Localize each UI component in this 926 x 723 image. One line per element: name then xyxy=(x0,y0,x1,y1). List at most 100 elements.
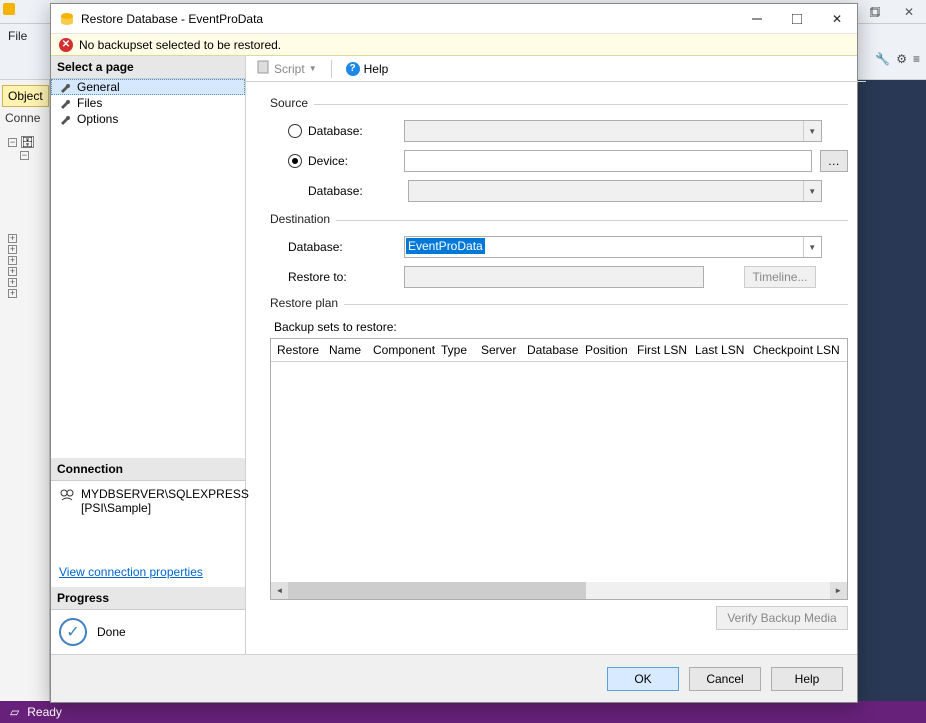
chevron-down-icon: ▼ xyxy=(309,64,317,73)
bg-right-toolbar: 🔧 ⚙ ≡ xyxy=(875,52,920,66)
col-component[interactable]: Component xyxy=(367,339,435,361)
settings-icon[interactable]: ⚙ xyxy=(896,52,907,66)
status-text: Ready xyxy=(27,705,62,719)
dialog-title: Restore Database - EventProData xyxy=(81,12,737,26)
dialog-titlebar: Restore Database - EventProData ✕ xyxy=(51,4,857,34)
source-device-label: Device: xyxy=(308,154,404,168)
server-icon xyxy=(59,487,75,506)
right-toolbar: Script ▼ ? Help xyxy=(246,56,866,82)
source-group: Source xyxy=(270,96,848,110)
col-position[interactable]: Position xyxy=(579,339,631,361)
tree-expand-icon[interactable]: + xyxy=(8,256,17,265)
destination-group: Destination xyxy=(270,212,848,226)
connection-info: MYDBSERVER\SQLEXPRESS [PSI\Sample] xyxy=(51,481,245,521)
source-database-label: Database: xyxy=(308,124,404,138)
browse-device-button[interactable]: … xyxy=(820,150,848,172)
wrench-icon xyxy=(59,97,71,109)
object-explorer-panel: Object Conne −🗄 − + + + + + + xyxy=(0,80,50,705)
source-database-combo[interactable]: ▼ xyxy=(404,120,822,142)
left-pane: Select a page General Files Options Conn… xyxy=(51,56,246,654)
error-icon: ✕ xyxy=(59,38,73,52)
close-button[interactable]: ✕ xyxy=(817,5,857,33)
col-database[interactable]: Database xyxy=(521,339,579,361)
scroll-right-icon[interactable]: ► xyxy=(830,582,847,599)
tree-expand-icon[interactable]: + xyxy=(8,234,17,243)
page-files[interactable]: Files xyxy=(51,95,245,111)
scroll-left-icon[interactable]: ◄ xyxy=(271,582,288,599)
col-checkpoint-lsn[interactable]: Checkpoint LSN xyxy=(747,339,847,361)
page-label: Files xyxy=(77,96,102,110)
page-general[interactable]: General xyxy=(51,79,245,95)
scroll-thumb[interactable] xyxy=(288,582,586,599)
page-label: General xyxy=(77,80,120,94)
source-db-combo[interactable]: ▼ xyxy=(408,180,822,202)
file-menu[interactable]: File xyxy=(8,29,27,43)
col-restore[interactable]: Restore xyxy=(271,339,323,361)
database-icon: 🗄 xyxy=(20,135,35,149)
page-options[interactable]: Options xyxy=(51,111,245,127)
col-server[interactable]: Server xyxy=(475,339,521,361)
menu-icon[interactable]: ≡ xyxy=(913,52,920,66)
timeline-button[interactable]: Timeline... xyxy=(744,266,816,288)
bg-window-controls: ✕ xyxy=(858,0,926,24)
source-device-input[interactable] xyxy=(404,150,812,172)
server-name: MYDBSERVER\SQLEXPRESS xyxy=(81,487,249,501)
restore-database-dialog: Restore Database - EventProData ✕ ✕ No b… xyxy=(50,3,858,703)
col-name[interactable]: Name xyxy=(323,339,367,361)
page-list: General Files Options xyxy=(51,79,245,127)
script-icon xyxy=(256,60,270,77)
view-connection-properties-link[interactable]: View connection properties xyxy=(51,561,245,587)
object-explorer-tab[interactable]: Object xyxy=(2,85,49,107)
dest-database-combo[interactable]: EventProData ▼ xyxy=(404,236,822,258)
chevron-down-icon: ▼ xyxy=(803,237,821,257)
col-last-lsn[interactable]: Last LSN xyxy=(689,339,747,361)
help-button[interactable]: Help xyxy=(771,667,843,691)
backup-sets-grid[interactable]: Restore Name Component Type Server Datab… xyxy=(270,338,848,600)
source-db-label: Database: xyxy=(270,184,408,198)
tree-expand-icon[interactable]: + xyxy=(8,267,17,276)
col-type[interactable]: Type xyxy=(435,339,475,361)
restore-to-input[interactable] xyxy=(404,266,704,288)
script-label: Script xyxy=(274,62,305,76)
bg-restore-icon[interactable] xyxy=(858,0,892,24)
help-label: Help xyxy=(364,62,389,76)
source-device-radio[interactable] xyxy=(288,154,302,168)
right-pane: Script ▼ ? Help Source Databas xyxy=(246,56,866,654)
source-label: Source xyxy=(270,96,314,110)
page-label: Options xyxy=(77,112,118,126)
grid-horizontal-scrollbar[interactable]: ◄ ► xyxy=(271,582,847,599)
minimize-button[interactable] xyxy=(737,5,777,33)
progress-body: ✓ Done xyxy=(51,610,245,654)
progress-header: Progress xyxy=(51,587,245,610)
help-button[interactable]: ? Help xyxy=(342,60,393,78)
restore-plan-label: Restore plan xyxy=(270,296,344,310)
help-icon: ? xyxy=(346,62,360,76)
cancel-button[interactable]: Cancel xyxy=(689,667,761,691)
tree-expand-icon[interactable]: + xyxy=(8,289,17,298)
tree-expand-icon[interactable]: + xyxy=(8,278,17,287)
toolbar-separator xyxy=(331,60,332,78)
verify-backup-button[interactable]: Verify Backup Media xyxy=(716,606,847,630)
object-tree: −🗄 − + + + + + + xyxy=(0,135,49,298)
app-icon xyxy=(1,1,23,23)
maximize-button[interactable] xyxy=(777,5,817,33)
dialog-icon xyxy=(59,11,75,27)
ok-button[interactable]: OK xyxy=(607,667,679,691)
warning-text: No backupset selected to be restored. xyxy=(79,38,281,52)
tree-collapse-icon[interactable]: − xyxy=(8,138,17,147)
form-area: Source Database: ▼ Device: xyxy=(246,82,866,654)
source-database-radio[interactable] xyxy=(288,124,302,138)
bg-close-icon[interactable]: ✕ xyxy=(892,0,926,24)
connect-label[interactable]: Conne xyxy=(0,107,49,129)
tree-expand-icon[interactable]: + xyxy=(8,245,17,254)
dest-database-value: EventProData xyxy=(406,238,485,254)
col-first-lsn[interactable]: First LSN xyxy=(631,339,689,361)
backup-sets-label: Backup sets to restore: xyxy=(274,320,848,334)
destination-label: Destination xyxy=(270,212,336,226)
script-button[interactable]: Script ▼ xyxy=(252,58,321,79)
wrench-icon[interactable]: 🔧 xyxy=(875,52,890,66)
status-icon: ▱ xyxy=(10,705,19,719)
done-check-icon: ✓ xyxy=(59,618,87,646)
user-name: [PSI\Sample] xyxy=(81,501,249,515)
tree-collapse-icon[interactable]: − xyxy=(20,151,29,160)
